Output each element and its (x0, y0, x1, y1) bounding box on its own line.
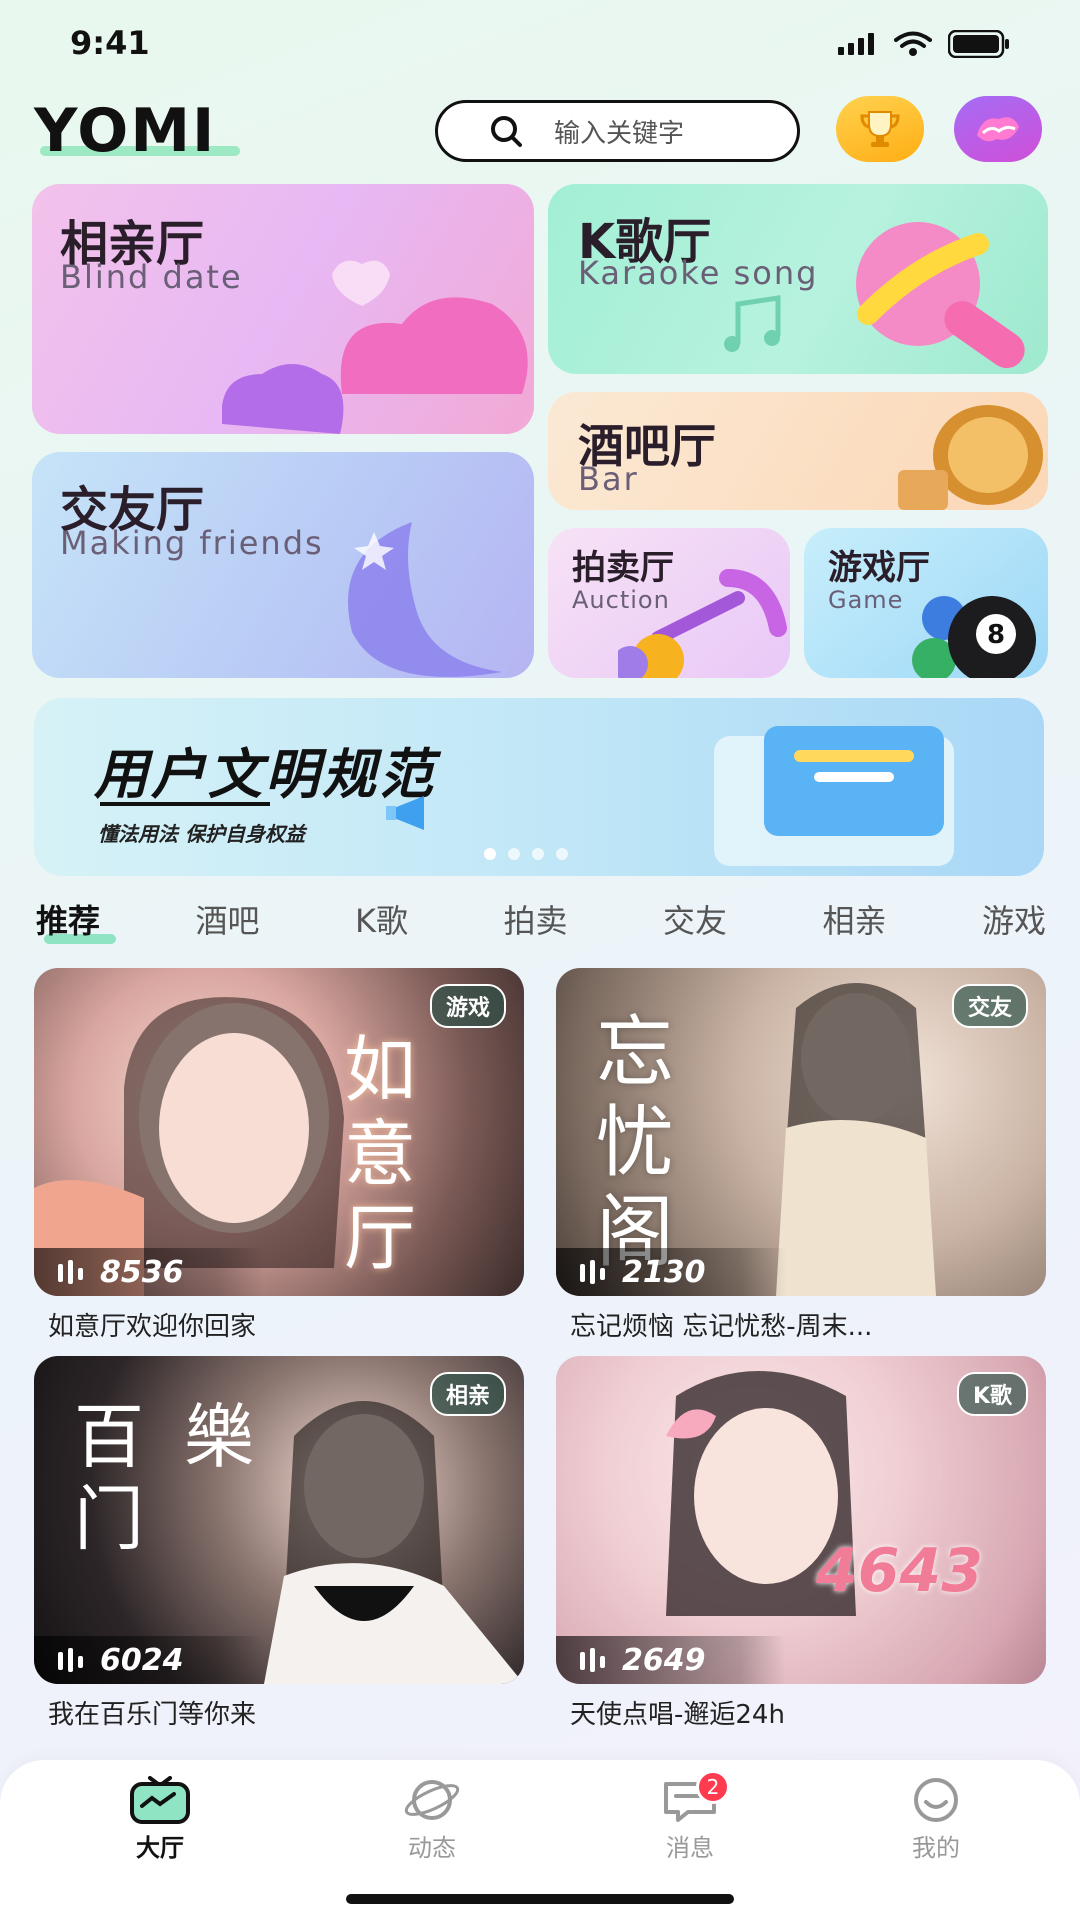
category-tabs: 推荐 酒吧 K歌 拍卖 交友 相亲 游戏 (36, 896, 1046, 944)
room-title[interactable]: 我在百乐门等你来 (48, 1694, 256, 1731)
tab-friends[interactable]: 交友 (663, 896, 727, 942)
document-icon (714, 726, 954, 866)
category-subtitle: Bar (578, 460, 639, 498)
sound-wave-icon (58, 1260, 83, 1284)
tab-auction[interactable]: 拍卖 (503, 896, 567, 942)
room-title[interactable]: 如意厅欢迎你回家 (48, 1306, 256, 1343)
moon-icon (348, 522, 502, 677)
planet-icon (404, 1780, 460, 1820)
banner-subtitle: 懂法用法 保护自身权益 (98, 822, 305, 846)
carousel-dot[interactable] (508, 848, 520, 860)
poster-text: 如意厅 (344, 1028, 417, 1280)
category-card-bar[interactable]: 酒吧厅 Bar (548, 392, 1048, 510)
room-listener-count: 8536 (34, 1248, 264, 1296)
search-placeholder: 输入关键字 (554, 118, 685, 149)
signal-icon (838, 33, 874, 55)
listener-count-value: 8536 (100, 1254, 184, 1290)
barrel-icon (898, 405, 1043, 510)
poster-text: 百樂门 (74, 1396, 294, 1560)
nav-item-hall[interactable]: 大厅 (100, 1776, 220, 1863)
trophy-icon (860, 111, 900, 147)
avatar-button[interactable] (954, 96, 1042, 162)
avatar-icon (977, 117, 1019, 142)
tab-bar[interactable]: 酒吧 (196, 896, 260, 942)
tv-icon (130, 1776, 190, 1824)
category-subtitle: Blind date (60, 258, 243, 296)
room-listener-count: 2130 (556, 1248, 786, 1296)
room-card[interactable]: 如意厅 游戏 8536 (34, 968, 524, 1296)
search-icon (491, 116, 522, 147)
carousel-dot[interactable] (556, 848, 568, 860)
status-icons (838, 30, 1010, 58)
home-indicator (346, 1894, 734, 1904)
room-card[interactable]: 百樂门 相亲 6024 (34, 1356, 524, 1684)
room-category-badge: 游戏 (429, 984, 506, 1028)
category-card-auction[interactable]: 拍卖厅 Auction (548, 528, 790, 678)
sound-wave-icon (58, 1648, 83, 1672)
sound-wave-icon (580, 1648, 605, 1672)
tab-game[interactable]: 游戏 (982, 896, 1046, 942)
carousel-dots (484, 848, 568, 860)
category-card-game[interactable]: 游戏厅 Game 8 (804, 528, 1048, 678)
category-card-karaoke[interactable]: K歌厅 Karaoke song (548, 184, 1048, 374)
carousel-dot[interactable] (532, 848, 544, 860)
hearts-icon (222, 260, 528, 434)
nav-label: 消息 (666, 1834, 714, 1862)
room-listener-count: 2649 (556, 1636, 786, 1684)
status-time: 9:41 (70, 24, 150, 62)
tab-blind-date[interactable]: 相亲 (822, 896, 886, 942)
nav-label: 动态 (408, 1834, 456, 1862)
sound-wave-icon (580, 1260, 605, 1284)
category-card-making-friends[interactable]: 交友厅 Making friends (32, 452, 534, 678)
microphone-icon (856, 222, 1025, 369)
tab-karaoke[interactable]: K歌 (355, 896, 408, 942)
rules-banner[interactable]: 用户文明规范 懂法用法 保护自身权益 (34, 698, 1044, 876)
gavel-icon (618, 569, 787, 678)
room-category-badge: K歌 (956, 1372, 1028, 1416)
billiard-ball-icon: 8 (912, 596, 1036, 678)
svg-text:8: 8 (987, 620, 1005, 650)
room-category-badge: 交友 (951, 984, 1028, 1028)
listener-count-value: 2130 (622, 1254, 706, 1290)
nav-item-messages[interactable]: 2 消息 (630, 1770, 750, 1863)
room-card[interactable]: 忘忧阁 交友 2130 (556, 968, 1046, 1296)
category-card-blind-date[interactable]: 相亲厅 Blind date (32, 184, 534, 434)
room-listener-count: 6024 (34, 1636, 264, 1684)
poster-text: 忘忧阁 (596, 1008, 675, 1278)
banner-divider (100, 802, 270, 806)
room-title[interactable]: 忘记烦恼 忘记忧愁-周末... (570, 1306, 872, 1343)
nav-item-profile[interactable]: 我的 (876, 1776, 996, 1863)
tab-recommended[interactable]: 推荐 (36, 896, 117, 944)
room-card[interactable]: 4643 K歌 2649 (556, 1356, 1046, 1684)
search-input[interactable]: 输入关键字 (435, 100, 800, 162)
category-subtitle: Karaoke song (578, 254, 819, 292)
unread-badge: 2 (696, 1770, 730, 1804)
poster-text: 4643 (816, 1536, 983, 1606)
nav-item-moments[interactable]: 动态 (372, 1776, 492, 1863)
trophy-button[interactable] (836, 96, 924, 162)
status-bar: 9:41 (0, 0, 1080, 84)
nav-label: 大厅 (136, 1834, 184, 1862)
wifi-icon (894, 31, 932, 56)
battery-icon (948, 30, 1009, 58)
nav-label: 我的 (912, 1834, 960, 1862)
smile-icon (914, 1778, 958, 1822)
listener-count-value: 6024 (100, 1642, 184, 1678)
megaphone-icon (386, 796, 424, 830)
carousel-dot[interactable] (484, 848, 496, 860)
room-title[interactable]: 天使点唱-邂逅24h (570, 1694, 785, 1731)
music-note-icon (724, 295, 781, 352)
listener-count-value: 2649 (622, 1642, 706, 1678)
room-category-badge: 相亲 (429, 1372, 506, 1416)
app-logo: YOMI (34, 96, 217, 166)
